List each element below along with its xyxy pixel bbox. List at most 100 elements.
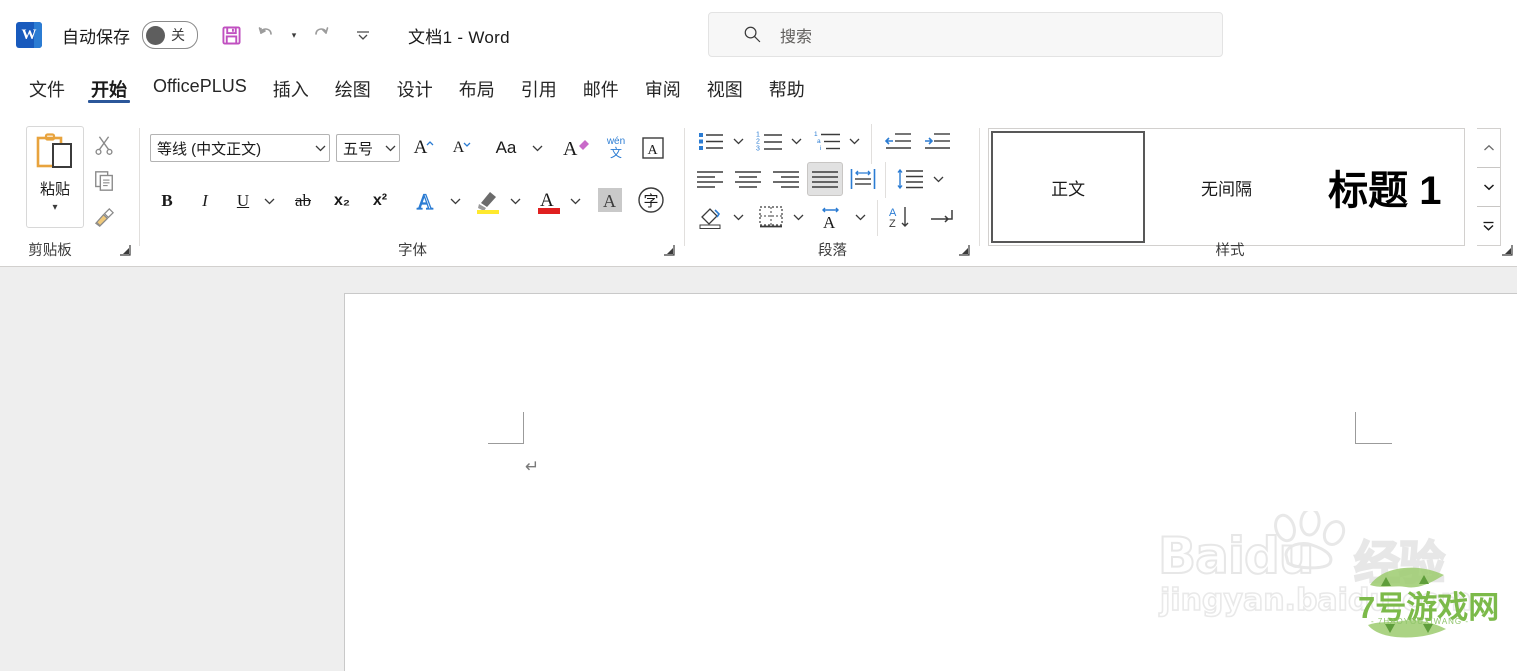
style-no-spacing-label: 无间隔 xyxy=(1201,179,1253,199)
chevron-up-icon xyxy=(1483,144,1494,151)
font-color-dropdown[interactable] xyxy=(566,184,584,218)
chevron-down-icon xyxy=(264,198,274,205)
styles-scroll-up[interactable] xyxy=(1477,129,1500,168)
search-box[interactable]: 搜索 xyxy=(708,12,1223,57)
font-name-dropdown[interactable] xyxy=(311,144,329,152)
document-page[interactable]: ↵ xyxy=(345,294,1517,671)
tab-view[interactable]: 视图 xyxy=(694,70,756,110)
underline-dropdown[interactable] xyxy=(260,186,278,216)
decrease-indent-button[interactable] xyxy=(881,126,915,156)
align-center-button[interactable] xyxy=(731,164,765,194)
redo-button[interactable] xyxy=(304,18,338,52)
asian-layout-dropdown[interactable] xyxy=(851,202,869,232)
style-heading1[interactable]: 标题 1 xyxy=(1305,129,1465,245)
borders-dropdown[interactable] xyxy=(789,202,807,232)
line-spacing-button[interactable] xyxy=(893,164,927,194)
shading-dropdown[interactable] xyxy=(729,202,747,232)
multilevel-list-dropdown[interactable] xyxy=(845,126,863,156)
style-no-spacing[interactable]: 无间隔 xyxy=(1147,129,1306,245)
numbering-dropdown[interactable] xyxy=(787,126,805,156)
tab-design[interactable]: 设计 xyxy=(384,70,446,110)
align-center-icon xyxy=(735,171,761,188)
bullets-button[interactable] xyxy=(695,126,727,156)
grow-font-button[interactable]: A xyxy=(408,134,440,162)
autosave-toggle[interactable]: 关 xyxy=(142,21,198,49)
align-left-button[interactable] xyxy=(693,164,727,194)
font-color-button[interactable]: A xyxy=(532,182,566,220)
undo-button[interactable] xyxy=(250,18,284,52)
bullet-list-icon xyxy=(699,133,723,150)
tab-file[interactable]: 文件 xyxy=(16,70,78,110)
shrink-font-button[interactable]: A xyxy=(446,134,478,162)
save-button[interactable] xyxy=(214,18,248,52)
text-shading-button[interactable]: A xyxy=(594,184,626,216)
highlight-color-dropdown[interactable] xyxy=(506,184,524,218)
font-name-combo[interactable]: 等线 (中文正文) xyxy=(150,134,330,162)
highlight-color-button[interactable] xyxy=(472,182,506,220)
caret-down-icon xyxy=(463,142,471,147)
chevron-down-icon xyxy=(855,214,865,221)
svg-text:A: A xyxy=(823,213,836,229)
paragraph-dialog-launcher[interactable] xyxy=(957,244,971,258)
strikethrough-button[interactable]: ab xyxy=(286,186,320,216)
font-size-dropdown[interactable] xyxy=(381,144,399,152)
bold-button[interactable]: B xyxy=(152,186,182,216)
sort-button[interactable]: A Z xyxy=(885,202,919,232)
increase-indent-button[interactable] xyxy=(920,126,954,156)
bold-label: B xyxy=(161,191,173,210)
copy-button[interactable] xyxy=(88,166,120,196)
enclose-character-button[interactable]: 字 xyxy=(634,184,668,216)
text-effects-button[interactable]: A xyxy=(410,184,444,218)
tab-help[interactable]: 帮助 xyxy=(756,70,818,110)
change-case-dropdown[interactable] xyxy=(528,134,546,162)
grow-font-label: A xyxy=(413,137,428,158)
autosave-label: 自动保存 xyxy=(62,27,130,47)
styles-dialog-launcher[interactable] xyxy=(1500,244,1514,258)
italic-button[interactable]: I xyxy=(190,186,220,216)
subscript-label: x₂ xyxy=(333,192,350,209)
svg-text:1: 1 xyxy=(756,132,760,139)
underline-button[interactable]: U xyxy=(228,186,258,216)
change-case-button[interactable]: Aa xyxy=(486,134,526,162)
style-normal[interactable]: 正文 xyxy=(991,131,1146,243)
clipboard-dialog-launcher[interactable] xyxy=(118,244,132,258)
tab-references[interactable]: 引用 xyxy=(508,70,570,110)
justify-button[interactable] xyxy=(807,162,843,196)
character-border-button[interactable]: A xyxy=(638,133,668,163)
asian-layout-button[interactable]: A xyxy=(815,202,849,232)
undo-dropdown-button[interactable]: ▾ xyxy=(286,18,302,52)
superscript-button[interactable]: x² xyxy=(364,186,396,216)
cut-button[interactable] xyxy=(88,130,120,160)
multilevel-list-button[interactable]: 1 a i xyxy=(811,126,843,156)
customize-qat-button[interactable] xyxy=(352,18,374,52)
font-dialog-launcher[interactable] xyxy=(662,244,676,258)
tab-layout[interactable]: 布局 xyxy=(446,70,508,110)
clear-formatting-button[interactable]: A xyxy=(558,132,594,164)
align-right-button[interactable] xyxy=(769,164,803,194)
font-size-combo[interactable]: 五号 xyxy=(336,134,400,162)
format-painter-button[interactable] xyxy=(88,202,120,232)
shading-button[interactable] xyxy=(695,202,727,232)
subscript-button[interactable]: x₂ xyxy=(326,186,358,216)
borders-button[interactable] xyxy=(755,202,787,232)
tab-insert[interactable]: 插入 xyxy=(260,70,322,110)
change-case-label: Aa xyxy=(495,138,517,157)
phonetic-guide-button[interactable]: wén 文 xyxy=(598,130,634,166)
numbering-button[interactable]: 1 2 3 xyxy=(753,126,785,156)
show-formatting-marks-button[interactable] xyxy=(925,202,959,232)
borders-icon xyxy=(759,206,783,228)
tab-draw[interactable]: 绘图 xyxy=(322,70,384,110)
styles-more-button[interactable] xyxy=(1477,207,1500,245)
styles-scroll-down[interactable] xyxy=(1477,168,1500,207)
tab-review[interactable]: 审阅 xyxy=(632,70,694,110)
bullets-dropdown[interactable] xyxy=(729,126,747,156)
text-effects-icon: A xyxy=(416,188,433,214)
text-effects-dropdown[interactable] xyxy=(446,184,464,218)
paste-button[interactable]: 粘贴 ▾ xyxy=(26,126,84,228)
tab-officeplus[interactable]: OfficePLUS xyxy=(140,70,260,110)
line-spacing-dropdown[interactable] xyxy=(929,164,947,194)
tab-mailings[interactable]: 邮件 xyxy=(570,70,632,110)
distribute-button[interactable] xyxy=(847,164,879,194)
tab-home[interactable]: 开始 xyxy=(78,70,140,110)
style-normal-label: 正文 xyxy=(1051,179,1086,199)
